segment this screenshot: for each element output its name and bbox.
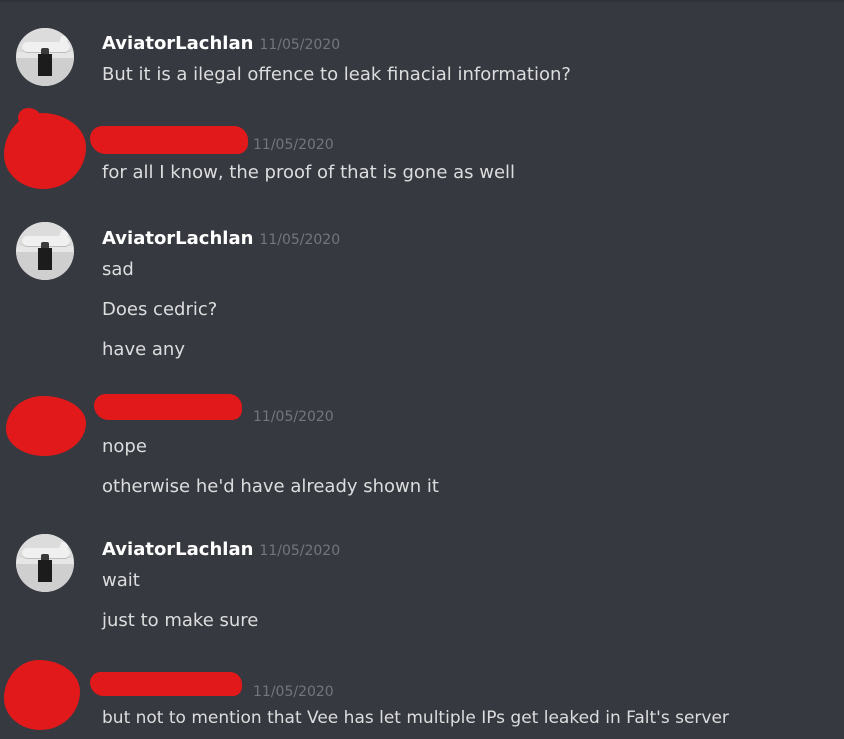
timestamp: 11/05/2020 [259,232,341,248]
message-text: sad [102,259,134,280]
message-header: 11/05/2020 [253,680,334,701]
timestamp: 11/05/2020 [253,684,334,700]
message-header: AviatorLachlan 11/05/2020 [102,228,340,249]
redacted-avatar [4,113,86,189]
redacted-username [90,126,248,154]
timestamp: 11/05/2020 [259,543,341,559]
user-avatar[interactable] [16,534,74,592]
message-text: nope [102,436,147,457]
username[interactable]: AviatorLachlan [102,228,253,249]
timestamp: 11/05/2020 [253,409,334,425]
message-header: AviatorLachlan 11/05/2020 [102,539,340,560]
top-border [0,0,844,2]
user-avatar[interactable] [16,222,74,280]
redacted-avatar [6,396,86,456]
message-header: 11/05/2020 [253,133,334,154]
username[interactable]: AviatorLachlan [102,33,253,54]
message-header: 11/05/2020 [253,405,334,426]
redacted-username [90,672,242,696]
timestamp: 11/05/2020 [259,37,341,53]
message-text: for all I know, the proof of that is gon… [102,162,516,183]
user-avatar[interactable] [16,28,74,86]
message-header: AviatorLachlan 11/05/2020 [102,33,340,54]
redacted-avatar [4,660,80,730]
message-text: Does cedric? [102,299,218,320]
message-text: But it is a ilegal offence to leak finac… [102,64,571,85]
timestamp: 11/05/2020 [253,137,334,153]
redacted-username [94,394,242,420]
message-text: wait [102,570,140,591]
message-text: otherwise he'd have already shown it [102,476,439,497]
username[interactable]: AviatorLachlan [102,539,253,560]
message-text: have any [102,339,185,360]
message-text: but not to mention that Vee has let mult… [102,708,729,728]
message-text: just to make sure [102,610,259,631]
